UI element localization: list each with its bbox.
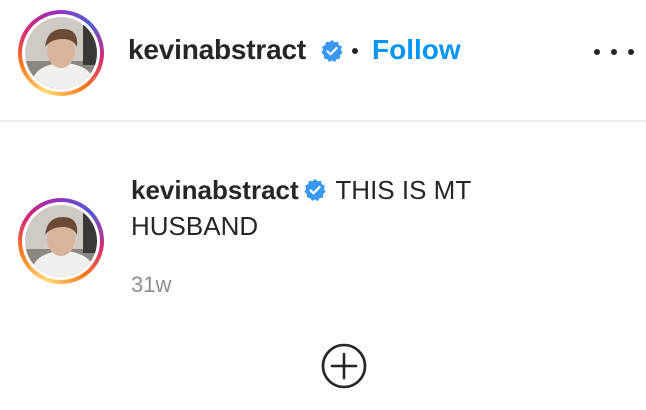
separator-dot — [352, 48, 358, 54]
comment-story-ring[interactable] — [18, 198, 104, 284]
verified-badge-icon — [321, 40, 343, 62]
more-dot — [594, 49, 600, 55]
follow-button[interactable]: Follow — [372, 34, 461, 66]
more-dot — [628, 49, 634, 55]
post-header: kevinabstract Follow — [0, 0, 646, 122]
plus-circle-icon[interactable] — [320, 342, 368, 390]
more-options-icon[interactable] — [594, 40, 634, 64]
avatar[interactable] — [25, 17, 97, 89]
story-ring[interactable] — [18, 10, 104, 96]
comment-body: kevinabstract THIS IS MT HUSBAND — [131, 172, 551, 244]
verified-badge-icon — [304, 179, 326, 201]
header-username[interactable]: kevinabstract — [128, 34, 306, 66]
comment-avatar[interactable] — [25, 205, 97, 277]
comment-username[interactable]: kevinabstract — [131, 175, 299, 205]
more-dot — [611, 49, 617, 55]
comment-timestamp[interactable]: 31w — [131, 272, 171, 298]
